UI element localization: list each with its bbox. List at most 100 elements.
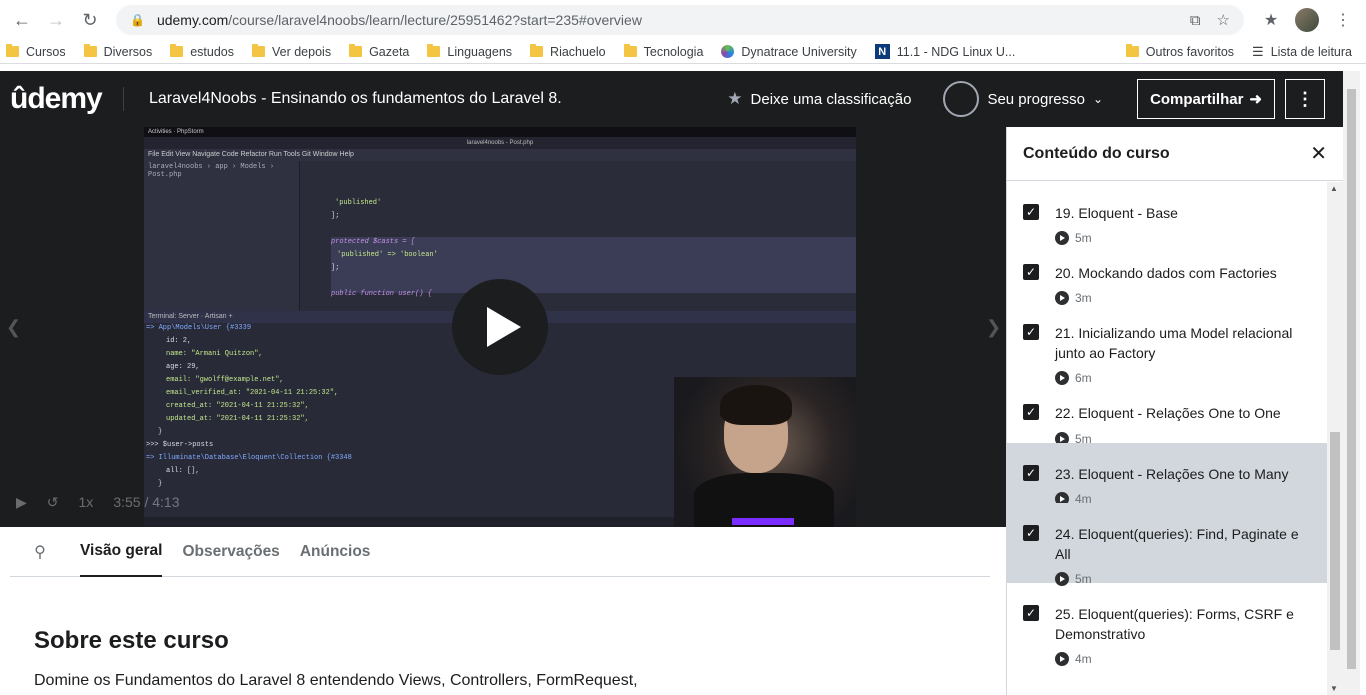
lecture-item[interactable]: ✓ 19. Eloquent - Base 5m (1007, 182, 1327, 245)
progress-button[interactable]: Seu progresso ⌄ (943, 81, 1103, 117)
checkbox-checked-icon[interactable]: ✓ (1023, 605, 1039, 621)
progress-label: Seu progresso (987, 90, 1085, 108)
terminal-line: email: "gwolff@example.net", (166, 376, 284, 384)
terminal-line: id: 2, (166, 337, 192, 345)
folder-icon (623, 44, 637, 57)
bookmark-folder[interactable]: Gazeta (349, 44, 409, 59)
scroll-down-icon[interactable]: ▼ (1330, 684, 1338, 693)
play-icon (487, 307, 521, 347)
page-scroll-thumb[interactable] (1347, 89, 1356, 669)
bookmark-folder[interactable]: Cursos (6, 44, 66, 59)
close-icon[interactable]: ✕ (1310, 141, 1327, 166)
play-small-icon[interactable]: ▶ (16, 494, 27, 511)
page-scrollbar[interactable] (1343, 71, 1360, 695)
bookmark-label: Ver depois (272, 44, 332, 59)
next-lecture-icon[interactable]: ❯ (986, 317, 1001, 338)
checkbox-checked-icon[interactable]: ✓ (1023, 404, 1039, 420)
checkbox-checked-icon[interactable]: ✓ (1023, 324, 1039, 340)
bookmark-folder[interactable]: Riachuelo (530, 44, 606, 59)
other-favorites[interactable]: Outros favoritos (1125, 44, 1235, 59)
play-circle-icon (1055, 652, 1069, 666)
star-bookmark-icon[interactable]: ☆ (1217, 11, 1230, 29)
udemy-logo[interactable]: ûdemy (0, 84, 124, 114)
share-label: Compartilhar (1150, 90, 1244, 108)
folder-icon (6, 44, 19, 57)
rate-label: Deixe uma classificação (750, 90, 912, 108)
lecture-title: 25. Eloquent(queries): Forms, CSRF e Dem… (1055, 606, 1294, 642)
prev-lecture-icon[interactable]: ❮ (6, 317, 21, 338)
course-title[interactable]: Laravel4Noobs - Ensinando os fundamentos… (149, 90, 727, 108)
code-line: ]; (331, 212, 340, 220)
lecture-item-current[interactable]: ✓ 23. Eloquent - Relações One to Many 4m (1007, 443, 1327, 506)
tab-announcements[interactable]: Anúncios (300, 527, 371, 577)
bookmark-label: Diversos (103, 44, 153, 59)
bookmark-folder[interactable]: Diversos (83, 44, 153, 59)
share-arrow-icon: ➜ (1249, 91, 1262, 108)
lecture-item[interactable]: ✓ 22. Eloquent - Relações One to One 5m (1007, 382, 1327, 446)
speed-button[interactable]: 1x (79, 494, 94, 510)
lock-icon: 🔒 (130, 13, 145, 27)
scroll-up-icon[interactable]: ▲ (1330, 184, 1338, 193)
bookmark-folder[interactable]: Tecnologia (623, 44, 703, 59)
menu-icon[interactable]: ⋮ (1328, 5, 1358, 35)
code-line: ]; (331, 264, 340, 272)
share-page-icon[interactable]: ⧉ (1190, 12, 1201, 29)
bookmark-label: Outros favoritos (1145, 44, 1235, 59)
content-tabs: ⚲ Visão geral Observações Anúncios (10, 527, 990, 577)
progress-ring-icon (943, 81, 980, 117)
about-text: Domine os Fundamentos do Laravel 8 enten… (34, 672, 638, 689)
tab-notes[interactable]: Observações (182, 527, 279, 577)
sidebar-scroll-thumb[interactable] (1330, 432, 1340, 650)
code-editor: 'published' ]; protected $casts = [ 'pub… (301, 161, 856, 311)
lecture-item[interactable]: ✓ 24. Eloquent(queries): Find, Paginate … (1007, 503, 1327, 586)
browser-toolbar: ← → ↻ 🔒 udemy.com/course/laravel4noobs/l… (0, 0, 1366, 40)
more-options-button[interactable]: ⋮ (1285, 79, 1325, 119)
lecture-item[interactable]: ✓ 25. Eloquent(queries): Forms, CSRF e D… (1007, 583, 1327, 666)
folder-icon (83, 44, 97, 57)
bookmark-link[interactable]: Dynatrace University (721, 45, 857, 59)
bookmark-label: estudos (190, 44, 234, 59)
lecture-item[interactable]: ✓ 20. Mockando dados com Factories 3m (1007, 242, 1327, 305)
bookmark-label: Lista de leitura (1270, 44, 1352, 59)
terminal-line: => Illuminate\Database\Eloquent\Collecti… (146, 454, 352, 462)
address-bar[interactable]: 🔒 udemy.com/course/laravel4noobs/learn/l… (116, 5, 1244, 35)
share-button[interactable]: Compartilhar ➜ (1137, 79, 1275, 119)
project-tree: laravel4noobs › app › Models › Post.php (144, 161, 300, 311)
bookmark-label: 11.1 - NDG Linux U... (896, 44, 1016, 59)
code-line: 'published' => 'boolean' (337, 251, 438, 259)
extensions-icon[interactable]: ★ (1256, 5, 1286, 35)
forward-icon[interactable]: → (42, 6, 70, 34)
duration-label: 4m (1075, 652, 1092, 666)
profile-button[interactable] (1292, 5, 1322, 35)
folder-icon (427, 44, 441, 57)
sidebar-scrollbar[interactable]: ▲ ▼ (1327, 182, 1343, 695)
bookmark-link[interactable]: N 11.1 - NDG Linux U... (874, 44, 1016, 59)
checkbox-checked-icon[interactable]: ✓ (1023, 525, 1039, 541)
play-button[interactable] (452, 279, 548, 375)
checkbox-checked-icon[interactable]: ✓ (1023, 204, 1039, 220)
tab-overview[interactable]: Visão geral (80, 527, 163, 577)
about-title: Sobre este curso (34, 627, 229, 654)
video-controls: ▶ ↺ 1x 3:55 / 4:13 (0, 487, 1006, 517)
bookmark-folder[interactable]: Ver depois (252, 44, 332, 59)
terminal-line: => App\Models\User {#3339 (146, 324, 252, 332)
terminal-line: } (158, 428, 163, 436)
bookmark-folder[interactable]: estudos (170, 44, 234, 59)
code-line: protected $casts = [ (331, 238, 416, 246)
video-player[interactable]: ❮ ❯ Activities · PhpStorm laravel4noobs … (0, 127, 1006, 527)
code-line: public function user() { (331, 290, 432, 298)
dynatrace-icon (721, 45, 735, 58)
reload-icon[interactable]: ↻ (76, 6, 104, 34)
back-icon[interactable]: ← (8, 6, 36, 34)
rate-button[interactable]: ★ Deixe uma classificação (727, 89, 911, 109)
checkbox-checked-icon[interactable]: ✓ (1023, 264, 1039, 280)
rewind-icon[interactable]: ↺ (47, 494, 59, 511)
checkbox-checked-icon[interactable]: ✓ (1023, 465, 1039, 481)
lecture-item[interactable]: ✓ 21. Inicializando uma Model relacional… (1007, 302, 1327, 385)
reading-list[interactable]: ☰ Lista de leitura (1252, 44, 1352, 60)
bookmark-label: Linguagens (447, 44, 513, 59)
folder-icon (530, 44, 544, 57)
bookmark-folder[interactable]: Linguagens (427, 44, 513, 59)
search-icon[interactable]: ⚲ (20, 542, 60, 562)
star-icon: ★ (727, 89, 743, 108)
